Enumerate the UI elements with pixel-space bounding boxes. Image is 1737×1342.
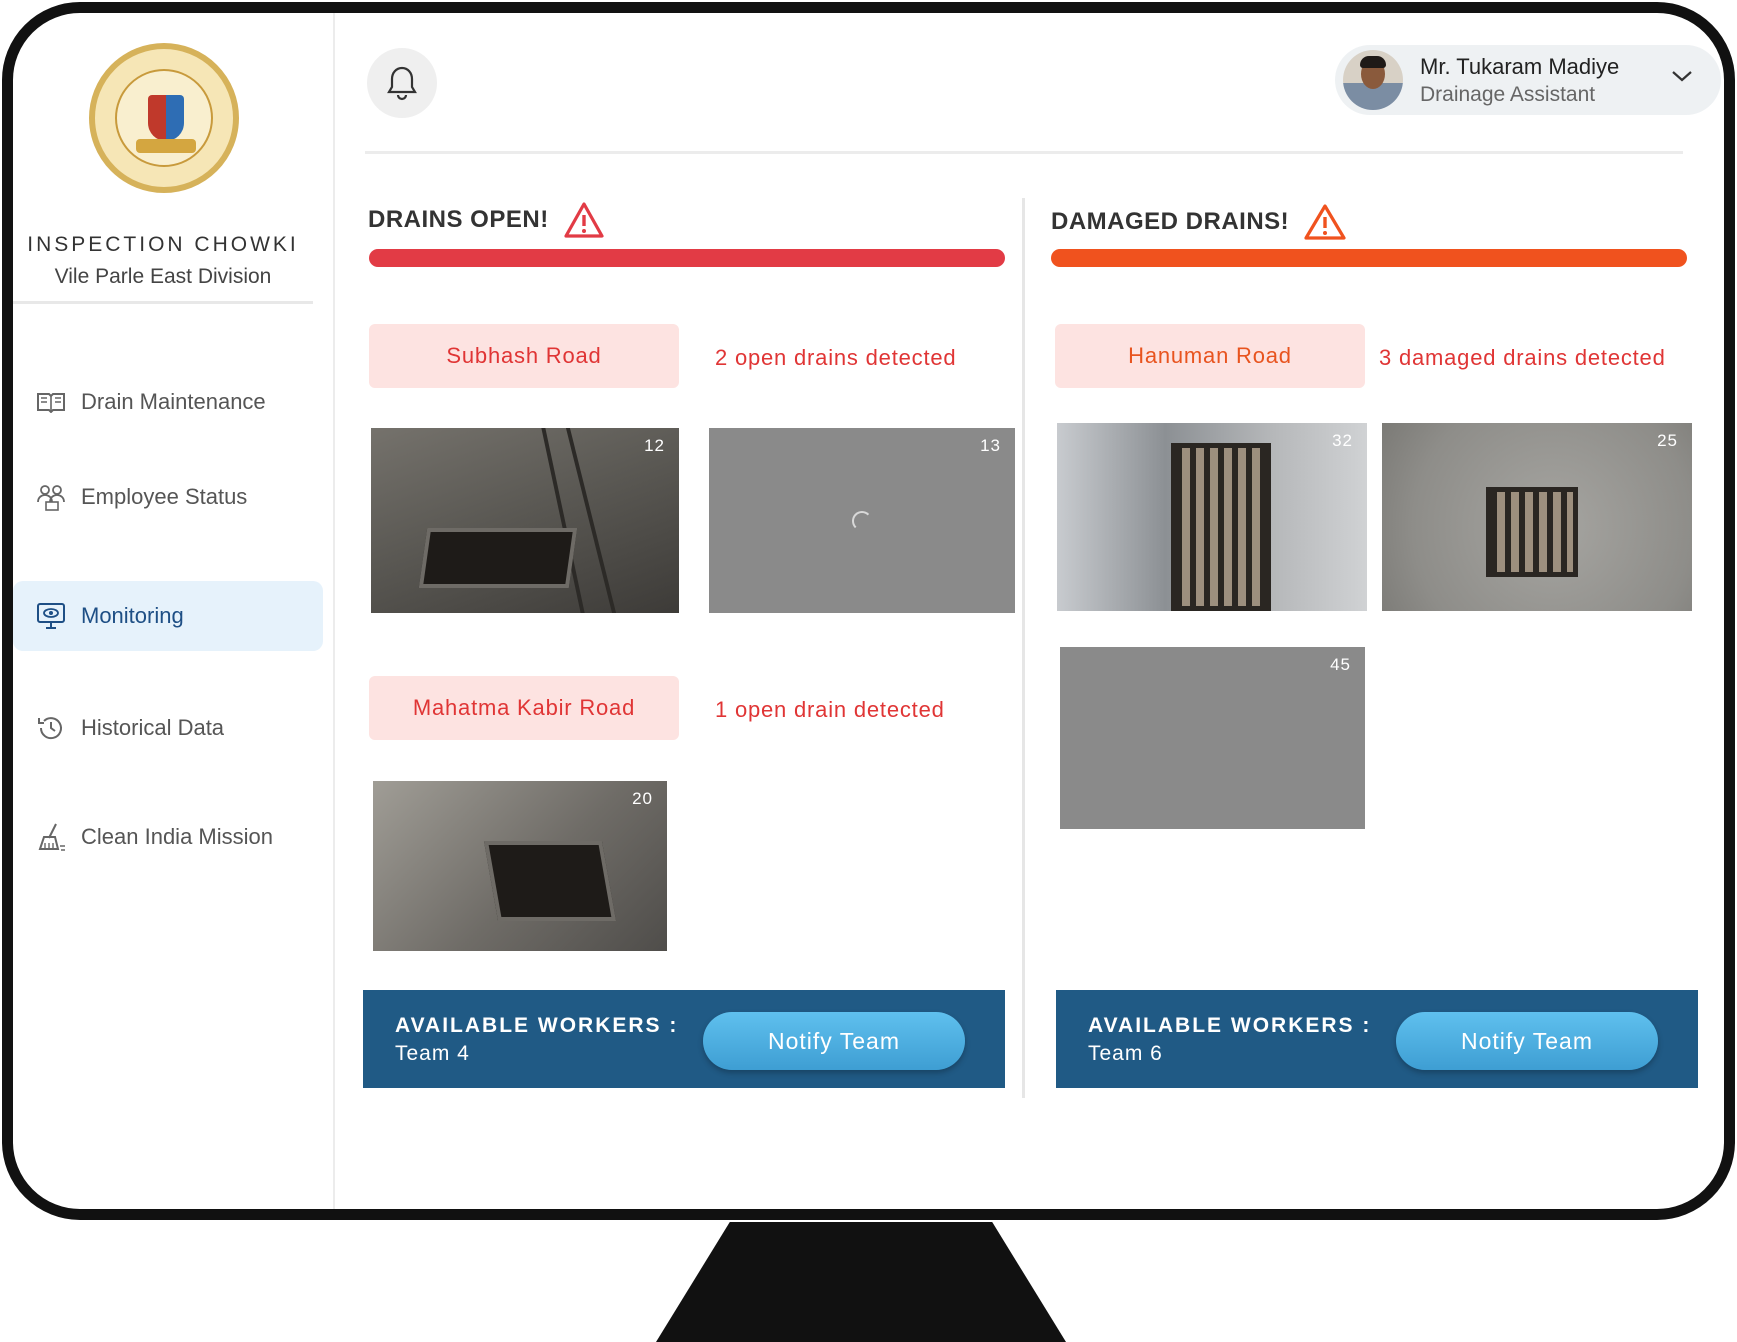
drain-photo[interactable]: 25: [1382, 423, 1692, 611]
detection-status: 1 open drain detected: [715, 697, 945, 722]
sidebar: INSPECTION CHOWKI Vile Parle East Divisi…: [13, 13, 335, 1209]
logo-base: [136, 139, 196, 153]
notifications-button[interactable]: [367, 48, 437, 118]
available-team: Team 6: [1088, 1042, 1163, 1065]
available-workers-panel: AVAILABLE WORKERS : Team 4 Notify Team: [363, 990, 1005, 1088]
warning-icon: [564, 202, 604, 238]
monitor-eye-icon: [35, 600, 67, 632]
user-profile-menu[interactable]: Mr. Tukaram Madiye Drainage Assistant: [1335, 45, 1721, 115]
broom-icon: [35, 821, 67, 853]
book-icon: [35, 386, 67, 418]
available-workers-label: AVAILABLE WORKERS :: [395, 1014, 679, 1037]
column-divider: [1022, 198, 1025, 1098]
photo-number: 20: [632, 789, 653, 808]
drain-photo-loading[interactable]: 13: [709, 428, 1015, 613]
detection-status: 2 open drains detected: [715, 345, 957, 370]
drain-photo[interactable]: 32: [1057, 423, 1367, 611]
drain-photo[interactable]: 12: [371, 428, 679, 613]
notify-team-button[interactable]: Notify Team: [1396, 1012, 1658, 1070]
warning-icon: [1304, 204, 1346, 240]
available-workers-panel: AVAILABLE WORKERS : Team 6 Notify Team: [1056, 990, 1698, 1088]
history-icon: [35, 712, 67, 744]
open-drains-alert-bar: [369, 249, 1005, 267]
damaged-drains-heading: DAMAGED DRAINS!: [1051, 203, 1347, 241]
org-title: INSPECTION CHOWKI: [27, 233, 299, 256]
drain-photo[interactable]: 20: [373, 781, 667, 951]
road-tag-subhash-road[interactable]: Subhash Road: [369, 324, 679, 388]
sidebar-item-employee-status[interactable]: Employee Status: [13, 462, 323, 532]
photo-number: 32: [1332, 431, 1353, 450]
photo-number: 25: [1657, 431, 1678, 450]
sidebar-item-label: Historical Data: [81, 715, 225, 740]
open-drains-title: DRAINS OPEN!: [368, 206, 549, 233]
logo-shield-icon: [148, 95, 184, 141]
main-content: Mr. Tukaram Madiye Drainage Assistant DR…: [335, 13, 1724, 1209]
monitor-frame: INSPECTION CHOWKI Vile Parle East Divisi…: [2, 2, 1735, 1220]
photo-number: 45: [1330, 655, 1351, 674]
available-workers-label: AVAILABLE WORKERS :: [1088, 1014, 1372, 1037]
monitor-stand: [656, 1222, 1066, 1342]
sidebar-item-monitoring[interactable]: Monitoring: [13, 581, 323, 651]
available-team: Team 4: [395, 1042, 470, 1065]
loading-spinner-icon: [852, 510, 872, 531]
org-subtitle: Vile Parle East Division: [54, 265, 272, 288]
drain-grate: [1171, 443, 1271, 611]
drain-grate: [1486, 487, 1578, 577]
damaged-drains-title: DAMAGED DRAINS!: [1051, 208, 1290, 235]
header-divider: [365, 151, 1683, 154]
drain-opening: [418, 528, 578, 588]
people-icon: [35, 481, 67, 513]
user-role: Drainage Assistant: [1420, 83, 1596, 106]
bell-icon: [387, 66, 417, 101]
road-tag-hanuman-road[interactable]: Hanuman Road: [1055, 324, 1365, 388]
sidebar-item-label: Monitoring: [81, 603, 184, 628]
sidebar-divider: [13, 301, 313, 304]
avatar-hair: [1360, 56, 1386, 68]
open-drains-heading: DRAINS OPEN!: [368, 201, 605, 239]
user-name: Mr. Tukaram Madiye: [1420, 54, 1620, 79]
drain-photo-loading[interactable]: 45: [1060, 647, 1365, 829]
photo-number: 12: [644, 436, 665, 455]
sidebar-item-drain-maintenance[interactable]: Drain Maintenance: [13, 367, 323, 437]
photo-detail: [565, 428, 617, 613]
sidebar-item-label: Drain Maintenance: [81, 389, 266, 414]
avatar: [1343, 50, 1403, 110]
damaged-drains-alert-bar: [1051, 249, 1687, 267]
photo-number: 13: [980, 436, 1001, 455]
drain-opening: [483, 841, 617, 921]
detection-status: 3 damaged drains detected: [1379, 345, 1666, 370]
chevron-down-icon[interactable]: [1671, 69, 1693, 83]
road-tag-mahatma-kabir-road[interactable]: Mahatma Kabir Road: [369, 676, 679, 740]
sidebar-item-label: Clean India Mission: [81, 824, 273, 849]
sidebar-item-label: Employee Status: [81, 484, 248, 509]
sidebar-item-clean-india-mission[interactable]: Clean India Mission: [13, 802, 323, 872]
notify-team-button[interactable]: Notify Team: [703, 1012, 965, 1070]
logo-emblem: [115, 69, 213, 167]
bmc-logo: [89, 43, 239, 193]
sidebar-item-historical-data[interactable]: Historical Data: [13, 693, 323, 763]
